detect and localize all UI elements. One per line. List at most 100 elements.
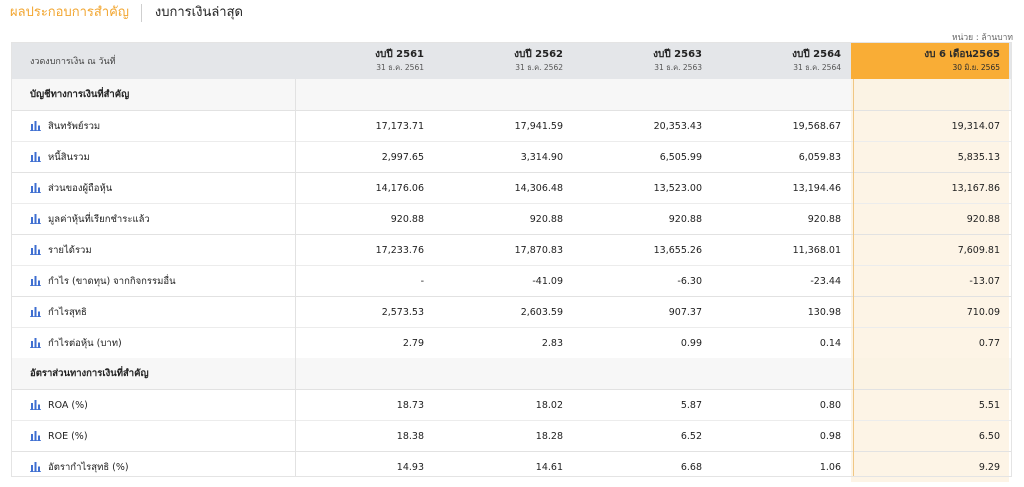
value-cell: 2,573.53	[381, 306, 424, 318]
value-cell: 2.83	[541, 337, 563, 349]
bar-chart-icon[interactable]	[30, 121, 41, 131]
header-col-2564: งบปี 2564 31 ธ.ค. 2564	[712, 42, 851, 79]
value-cell: 14,176.06	[375, 182, 424, 194]
header-col-2563: งบปี 2563 31 ธ.ค. 2563	[573, 42, 712, 79]
value-cell: 5,835.13	[851, 142, 1009, 172]
tab-key-performance[interactable]: ผลประกอบการสำคัญ	[10, 3, 129, 23]
section-title: อัตราส่วนทางการเงินที่สำคัญ	[30, 368, 149, 379]
bar-chart-icon[interactable]	[30, 245, 41, 255]
value-cell: 7,609.81	[851, 235, 1009, 265]
value-cell: 920.88	[668, 213, 702, 225]
value-cell: 6,059.83	[798, 151, 841, 163]
value-cell: 6,505.99	[659, 151, 702, 163]
value-cell: -41.09	[532, 275, 563, 287]
row-label-cell: อัตรากำไรสุทธิ (%)	[11, 452, 295, 482]
table-bottom-border	[11, 476, 1012, 477]
bar-chart-icon[interactable]	[30, 152, 41, 162]
value-cell: 18.38	[396, 430, 424, 442]
value-cell: 0.99	[680, 337, 702, 349]
value-cell: 130.98	[807, 306, 841, 318]
value-cell: 710.09	[851, 297, 1009, 327]
value-cell: -6.30	[677, 275, 702, 287]
section-empty-cell	[712, 358, 851, 389]
row-label-cell: กำไรต่อหุ้น (บาท)	[11, 328, 295, 358]
value-cell: 13,523.00	[653, 182, 702, 194]
value-cell: 6.68	[680, 461, 702, 473]
row-label: สินทรัพย์รวม	[48, 120, 101, 132]
table-row: รายได้รวม 17,233.76 17,870.83 13,655.26 11,3…	[11, 234, 1012, 265]
tab-divider	[140, 4, 142, 22]
header-date: 31 ธ.ค. 2564	[793, 63, 841, 72]
header-date: 31 ธ.ค. 2562	[515, 63, 563, 72]
value-cell: 0.80	[819, 399, 841, 411]
value-cell: 2.79	[402, 337, 424, 349]
value-cell: 14.61	[535, 461, 563, 473]
bar-chart-icon[interactable]	[30, 183, 41, 193]
header-title: งบ 6 เดือน2565	[924, 49, 1000, 60]
value-cell: 920.88	[807, 213, 841, 225]
header-title: งบปี 2563	[653, 49, 702, 60]
bar-chart-icon[interactable]	[30, 214, 41, 224]
value-cell: 5.87	[680, 399, 702, 411]
bar-chart-icon[interactable]	[30, 431, 41, 441]
value-cell: 18.28	[535, 430, 563, 442]
tab-bar: ผลประกอบการสำคัญ งบการเงินล่าสุด	[10, 2, 243, 24]
row-label-cell: สินทรัพย์รวม	[11, 111, 295, 141]
row-label: กำไรต่อหุ้น (บาท)	[48, 337, 122, 349]
section-empty-cell	[851, 79, 1009, 110]
bar-chart-icon[interactable]	[30, 400, 41, 410]
value-cell: 14.93	[396, 461, 424, 473]
value-cell: 13,167.86	[851, 173, 1009, 203]
row-label-cell: ROA (%)	[11, 390, 295, 420]
value-cell: 17,870.83	[514, 244, 563, 256]
row-label: ROE (%)	[48, 430, 88, 442]
row-label: อัตรากำไรสุทธิ (%)	[48, 461, 129, 473]
value-cell: 14,306.48	[514, 182, 563, 194]
value-cell: 920.88	[851, 204, 1009, 234]
section-empty-cell	[295, 79, 434, 110]
value-cell: 19,568.67	[792, 120, 841, 132]
header-date: 31 ธ.ค. 2561	[376, 63, 424, 72]
row-label: กำไร (ขาดทุน) จากกิจกรรมอื่น	[48, 275, 176, 287]
value-cell: 5.51	[851, 390, 1009, 420]
section-empty-cell	[573, 358, 712, 389]
section-empty-cell	[434, 79, 573, 110]
bar-chart-icon[interactable]	[30, 307, 41, 317]
bar-chart-icon[interactable]	[30, 276, 41, 286]
header-date: 30 มิ.ย. 2565	[952, 63, 1000, 72]
value-cell: 3,314.90	[520, 151, 563, 163]
value-cell: 907.37	[668, 306, 702, 318]
value-cell: 19,314.07	[851, 111, 1009, 141]
value-cell: 9.29	[851, 452, 1009, 482]
value-cell: 2,603.59	[520, 306, 563, 318]
value-cell: 1.06	[819, 461, 841, 473]
value-cell: 6.50	[851, 421, 1009, 451]
value-cell: 0.98	[819, 430, 841, 442]
section-title: บัญชีทางการเงินที่สำคัญ	[30, 89, 130, 100]
bar-chart-icon[interactable]	[30, 462, 41, 472]
section-empty-cell	[295, 358, 434, 389]
value-cell: 11,368.01	[792, 244, 841, 256]
bar-chart-icon[interactable]	[30, 338, 41, 348]
row-label-cell: หนี้สินรวม	[11, 142, 295, 172]
value-cell: 920.88	[529, 213, 563, 225]
row-label: กำไรสุทธิ	[48, 306, 87, 318]
value-cell: 6.52	[680, 430, 702, 442]
value-cell: 17,233.76	[375, 244, 424, 256]
section-empty-cell	[851, 358, 1009, 389]
row-label-cell: กำไร (ขาดทุน) จากกิจกรรมอื่น	[11, 266, 295, 296]
table-row: มูลค่าหุ้นที่เรียกชำระแล้ว 920.88 920.88 92…	[11, 203, 1012, 234]
section-empty-cell	[434, 358, 573, 389]
column-divider	[295, 79, 296, 477]
row-label-cell: ROE (%)	[11, 421, 295, 451]
header-col-2562: งบปี 2562 31 ธ.ค. 2562	[434, 42, 573, 79]
header-title: งบปี 2564	[792, 49, 841, 60]
row-label-cell: มูลค่าหุ้นที่เรียกชำระแล้ว	[11, 204, 295, 234]
value-cell: 2,997.65	[381, 151, 424, 163]
row-label: รายได้รวม	[48, 244, 92, 256]
value-cell: 13,194.46	[792, 182, 841, 194]
value-cell: 0.77	[851, 328, 1009, 358]
row-label: หนี้สินรวม	[48, 151, 90, 163]
tab-latest-financials[interactable]: งบการเงินล่าสุด	[155, 3, 243, 23]
header-col-2561: งบปี 2561 31 ธ.ค. 2561	[295, 42, 434, 79]
